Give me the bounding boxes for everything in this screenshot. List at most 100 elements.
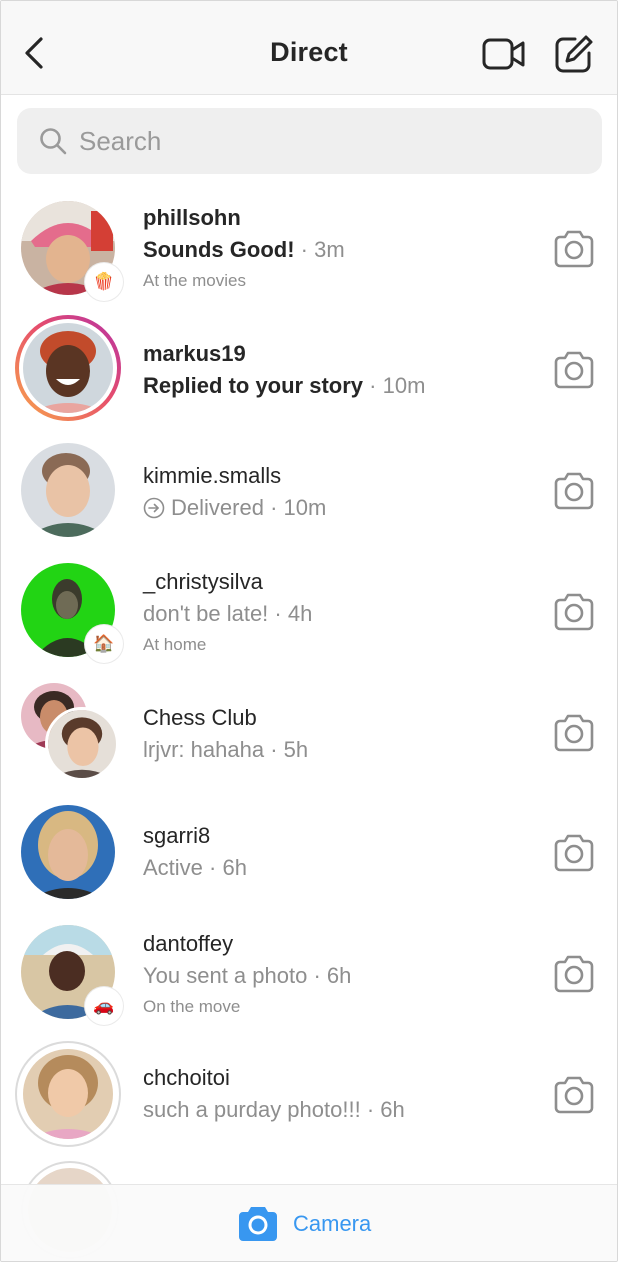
house-icon: 🏠 — [93, 633, 115, 654]
thread-message: Sounds Good! — [143, 237, 295, 262]
thread-message: Delivered — [171, 495, 264, 520]
thread-username: _christysilva — [143, 569, 263, 594]
avatar — [21, 443, 115, 537]
avatar-container — [21, 443, 117, 539]
avatar-container: 🚗 — [21, 925, 123, 1025]
thread-row-chchoitoi[interactable]: chchoitoi such a purday photo!!! · 6h — [1, 1035, 617, 1153]
thread-text: kimmie.smalls Delivered · 10m — [143, 463, 533, 521]
thread-message: You sent a photo — [143, 963, 308, 988]
thread-message: Active — [143, 855, 203, 880]
avatar-container — [15, 315, 121, 421]
activity-status-badge: 🏠 — [85, 625, 123, 663]
thread-time: 10m — [382, 373, 426, 398]
thread-username: Chess Club — [143, 705, 257, 730]
group-avatar — [21, 683, 121, 783]
bottom-bar: Camera — [1, 1184, 617, 1261]
compose-icon — [555, 35, 593, 73]
camera-icon — [554, 593, 594, 631]
search-input[interactable] — [79, 108, 579, 174]
thread-text: Chess Club lrjvr: hahaha · 5h — [143, 705, 533, 763]
thread-row-dantoffey[interactable]: 🚗 dantoffey You sent a photo · 6h On the… — [1, 913, 617, 1031]
thread-text: chchoitoi such a purday photo!!! · 6h — [143, 1065, 533, 1123]
thread-username: phillsohn — [143, 205, 241, 230]
car-icon: 🚗 — [93, 995, 115, 1016]
camera-reply-button[interactable] — [552, 350, 596, 390]
camera-icon — [554, 834, 594, 872]
camera-button[interactable]: Camera — [237, 1203, 371, 1245]
thread-preview: Delivered · 10m — [143, 495, 533, 521]
thread-username: markus19 — [143, 341, 246, 366]
camera-reply-button[interactable] — [552, 833, 596, 873]
camera-icon — [554, 230, 594, 268]
thread-text: _christysilva don't be late! · 4h At hom… — [143, 569, 533, 655]
avatar-container: 🏠 — [21, 563, 123, 663]
thread-row-phillsohn[interactable]: 🍿 phillsohn Sounds Good! · 3m At the mov… — [1, 189, 617, 307]
thread-text: phillsohn Sounds Good! · 3m At the movie… — [143, 205, 533, 291]
thread-time: 6h — [222, 855, 247, 880]
camera-reply-button[interactable] — [552, 592, 596, 632]
thread-preview: don't be late! · 4h — [143, 601, 313, 626]
camera-label: Camera — [293, 1211, 372, 1236]
thread-username: sgarri8 — [143, 823, 211, 848]
thread-row-markus19[interactable]: markus19 Replied to your story · 10m — [1, 307, 617, 425]
thread-message: such a purday photo!!! — [143, 1097, 361, 1122]
camera-icon — [554, 714, 594, 752]
thread-preview: You sent a photo · 6h — [143, 963, 352, 988]
thread-status: At the movies — [143, 271, 246, 290]
camera-reply-button[interactable] — [552, 1075, 596, 1115]
thread-row-kimmie-smalls[interactable]: kimmie.smalls Delivered · 10m — [1, 431, 617, 549]
popcorn-icon: 🍿 — [93, 271, 115, 292]
avatar-container — [21, 805, 117, 901]
avatar — [23, 1049, 113, 1139]
activity-status-badge: 🚗 — [85, 987, 123, 1025]
video-camera-icon — [482, 38, 525, 70]
thread-username: chchoitoi — [143, 1065, 230, 1090]
avatar-container — [15, 1041, 121, 1147]
camera-reply-button[interactable] — [552, 954, 596, 994]
direct-inbox-screen: Direct Search 🍿 phillsohn Sounds Good! ·… — [0, 0, 618, 1262]
thread-time: 4h — [287, 601, 313, 626]
thread-time: 6h — [326, 963, 352, 988]
thread-row-sgarri8[interactable]: sgarri8 Active · 6h — [1, 793, 617, 911]
avatar — [21, 805, 115, 899]
avatar-container: 🍿 — [21, 201, 123, 301]
thread-text: dantoffey You sent a photo · 6h On the m… — [143, 931, 533, 1017]
thread-preview: lrjvr: hahaha · 5h — [143, 737, 309, 762]
new-message-button[interactable] — [553, 33, 595, 75]
header: Direct — [1, 1, 617, 95]
camera-reply-button[interactable] — [552, 471, 596, 511]
thread-status: At home — [143, 635, 207, 654]
thread-preview: Sounds Good! · 3m — [143, 237, 345, 262]
thread-message: lrjvr: hahaha — [143, 737, 265, 762]
thread-status: On the move — [143, 997, 241, 1016]
avatar — [45, 707, 119, 781]
camera-reply-button[interactable] — [552, 229, 596, 269]
thread-username: dantoffey — [143, 931, 234, 956]
thread-preview: Replied to your story · 10m — [143, 373, 426, 398]
thread-preview: such a purday photo!!! · 6h — [143, 1097, 405, 1122]
thread-preview: Active · 6h — [143, 855, 247, 880]
camera-icon — [554, 955, 594, 993]
camera-icon — [554, 472, 594, 510]
delivered-arrow-icon — [143, 497, 165, 519]
thread-row-chess-club[interactable]: Chess Club lrjvr: hahaha · 5h — [1, 673, 617, 791]
thread-time: 6h — [380, 1097, 405, 1122]
thread-username: kimmie.smalls — [143, 463, 282, 488]
thread-time: 5h — [283, 737, 309, 762]
thread-text: markus19 Replied to your story · 10m — [143, 341, 533, 399]
video-call-button[interactable] — [481, 35, 527, 73]
thread-message: Replied to your story — [143, 373, 364, 398]
camera-reply-button[interactable] — [552, 713, 596, 753]
avatar — [23, 323, 113, 413]
activity-status-badge: 🍿 — [85, 263, 123, 301]
camera-icon — [554, 351, 594, 389]
thread-row-christysilva[interactable]: 🏠 _christysilva don't be late! · 4h At h… — [1, 551, 617, 669]
camera-icon — [554, 1076, 594, 1114]
camera-filled-icon — [239, 1207, 277, 1241]
thread-time: 10m — [283, 495, 327, 520]
thread-time: 3m — [314, 237, 345, 262]
thread-message: don't be late! — [143, 601, 269, 626]
search-icon — [40, 128, 67, 155]
search-bar[interactable] — [17, 108, 602, 174]
thread-text: sgarri8 Active · 6h — [143, 823, 533, 881]
